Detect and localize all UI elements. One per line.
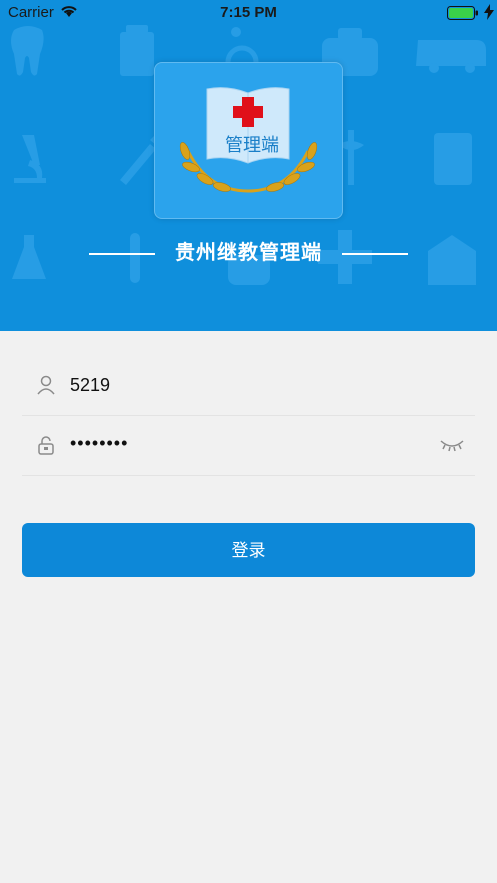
battery-icon	[447, 6, 478, 20]
charging-icon	[484, 4, 494, 20]
user-icon	[37, 375, 55, 395]
status-bar: Carrier 7:15 PM	[0, 0, 497, 26]
app-title: 贵州继教管理端	[175, 240, 322, 264]
medicine-bottle-icon	[120, 32, 154, 76]
username-value[interactable]: 5219	[70, 375, 110, 396]
eye-closed-icon[interactable]	[439, 437, 465, 453]
header-banner: Carrier 7:15 PM 管理端 贵州继教管理端	[0, 0, 497, 331]
tooth-icon	[11, 26, 44, 76]
password-field[interactable]: ••••••••	[22, 417, 475, 476]
clipboard-icon	[434, 133, 472, 185]
username-field[interactable]: 5219	[22, 357, 475, 416]
login-button[interactable]: 登录	[22, 523, 475, 577]
ambulance-icon	[416, 40, 486, 66]
status-time: 7:15 PM	[220, 4, 277, 21]
title-divider-right	[342, 253, 408, 255]
lock-icon	[38, 436, 54, 455]
app-logo: 管理端	[154, 62, 343, 219]
logo-caption: 管理端	[225, 135, 279, 156]
password-value[interactable]: ••••••••	[70, 433, 128, 454]
microscope-icon	[14, 135, 46, 183]
